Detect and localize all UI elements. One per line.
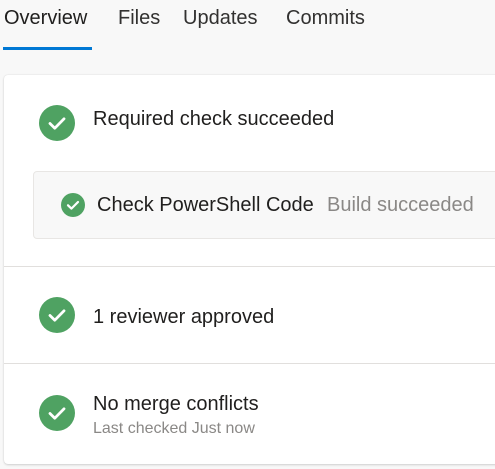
merge-last-checked: Last checked Just now [93,420,255,437]
active-tab-indicator [3,47,92,50]
tab-overview[interactable]: Overview [4,6,87,30]
tab-files[interactable]: Files [118,6,160,30]
section-divider [4,363,495,364]
check-circle-icon [39,395,75,431]
merge-title: No merge conflicts [93,393,259,415]
reviewers-title: 1 reviewer approved [93,306,275,328]
check-circle-icon [39,105,75,141]
pr-status-card: Required check succeeded Check PowerShel… [4,75,495,464]
build-pipeline-name: Check PowerShell Code [97,194,314,216]
required-check-title: Required check succeeded [93,108,335,130]
build-status-text: Build succeeded [327,194,474,216]
tab-updates[interactable]: Updates [183,6,258,30]
section-divider [4,266,495,267]
tab-commits[interactable]: Commits [286,6,365,30]
check-circle-icon [61,193,85,217]
tab-bar: Overview Files Updates Commits [0,0,495,52]
check-circle-icon [39,297,75,333]
build-status-item[interactable]: Check PowerShell Code Build succeeded [33,171,495,239]
